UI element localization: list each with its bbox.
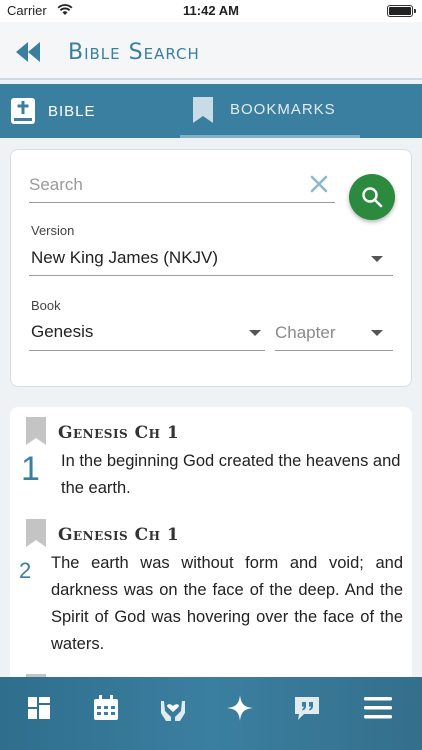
status-time: 11:42 AM [183, 3, 239, 18]
tab-bookmarks[interactable]: BOOKMARKS [180, 84, 360, 138]
search-icon [362, 187, 383, 208]
verse-number: 2 [19, 558, 32, 583]
verse-text: The earth was without form and void; and… [51, 554, 403, 653]
book-label: Book [31, 298, 61, 313]
bookmark-icon[interactable] [26, 519, 46, 547]
version-value: New King James (NKJV) [31, 248, 219, 267]
book-underline [29, 350, 265, 351]
tab-bar: BIBLE BOOKMARKS [0, 84, 422, 138]
results-list: Genesis Ch 1 1 In the beginning God crea… [10, 407, 412, 687]
chevron-down-icon [371, 330, 383, 336]
search-button[interactable] [349, 174, 395, 220]
version-underline [29, 275, 393, 276]
tab-bible-label: BIBLE [48, 102, 96, 120]
version-label: Version [31, 223, 75, 238]
chapter-select[interactable]: Chapter [275, 316, 393, 350]
chevron-down-icon [249, 330, 261, 336]
tab-bookmarks-label: BOOKMARKS [230, 101, 336, 118]
app-header: Bible Search [0, 22, 422, 80]
verse-text: In the beginning God created the heavens… [61, 452, 401, 497]
verse-number: 1 [21, 450, 40, 488]
chevron-down-icon [371, 256, 383, 262]
chapter-placeholder: Chapter [275, 323, 336, 342]
menu-icon[interactable] [363, 693, 393, 723]
book-value: Genesis [31, 322, 94, 341]
bookmark-icon [193, 96, 213, 123]
chapter-underline [275, 350, 393, 351]
search-card: Version New King James (NKJV) Book Genes… [10, 149, 412, 387]
calendar-icon[interactable] [91, 693, 121, 723]
book-select[interactable]: Genesis [29, 316, 265, 350]
clear-icon[interactable] [309, 174, 329, 194]
bottom-nav [0, 677, 422, 750]
bible-icon [11, 98, 35, 124]
sparkle-icon[interactable] [225, 693, 255, 723]
search-underline [29, 202, 335, 203]
verse-reference: Genesis Ch 1 [58, 423, 180, 443]
search-input[interactable] [29, 168, 335, 202]
version-select[interactable]: New King James (NKJV) [29, 242, 393, 276]
status-bar: Carrier 11:42 AM [0, 0, 422, 22]
double-chevron-left-icon[interactable] [14, 40, 44, 64]
battery-icon [387, 5, 416, 17]
verse-reference: Genesis Ch 1 [58, 525, 180, 545]
prayer-hands-icon[interactable] [158, 693, 188, 723]
page-title: Bible Search [68, 40, 200, 65]
dashboard-icon[interactable] [24, 693, 54, 723]
bookmark-icon[interactable] [26, 417, 46, 445]
quote-bubble-icon[interactable] [292, 693, 322, 723]
tab-bible[interactable]: BIBLE [10, 84, 96, 138]
